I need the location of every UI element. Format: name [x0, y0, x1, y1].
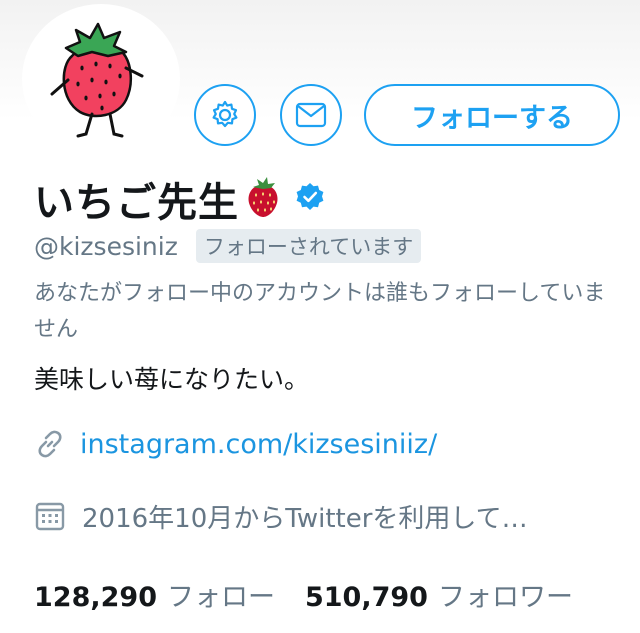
strawberry-emoji-icon	[243, 175, 283, 223]
stats-row: 128,290 フォロー 510,790 フォロワー	[34, 574, 573, 614]
website-row: instagram.com/kizsesiniiz/	[34, 422, 437, 466]
name-row: いちご先生	[34, 172, 325, 226]
profile-header: フォローする いちご先生 @kizsesiniz フォローされています あなたが…	[0, 0, 640, 633]
followers-count: 510,790	[304, 581, 428, 613]
bio: 美味しい苺になりたい。	[34, 365, 310, 394]
message-button[interactable]	[280, 84, 342, 146]
mutual-followers-note: あなたがフォロー中のアカウントは誰もフォローしていません	[34, 281, 606, 342]
following-count: 128,290	[34, 581, 157, 613]
website-link[interactable]: instagram.com/kizsesiniiz/	[80, 429, 437, 460]
settings-button[interactable]	[194, 84, 256, 146]
handle-row: @kizsesiniz フォローされています	[34, 228, 422, 264]
follows-you-badge: フォローされています	[195, 229, 422, 263]
link-icon	[38, 430, 62, 458]
calendar-icon	[35, 502, 65, 531]
mail-icon	[295, 102, 327, 128]
verified-badge-icon	[295, 182, 325, 216]
follow-button-label: フォローする	[411, 102, 573, 134]
followers-stat[interactable]: 510,790 フォロワー	[305, 575, 573, 614]
avatar[interactable]	[22, 4, 180, 154]
followers-label: フォロワー	[437, 581, 573, 613]
following-label: フォロー	[166, 581, 275, 613]
handle: @kizsesiniz	[34, 231, 178, 261]
joined-row: 2016年10月からTwitterを利用して…	[34, 496, 528, 536]
display-name: いちご先生	[34, 180, 239, 226]
strawberry-avatar-illustration	[50, 22, 144, 138]
following-stat[interactable]: 128,290 フォロー	[34, 575, 275, 614]
joined-date: 2016年10月からTwitterを利用して…	[82, 503, 528, 534]
follow-button[interactable]: フォローする	[364, 84, 620, 146]
gear-icon	[212, 100, 238, 128]
